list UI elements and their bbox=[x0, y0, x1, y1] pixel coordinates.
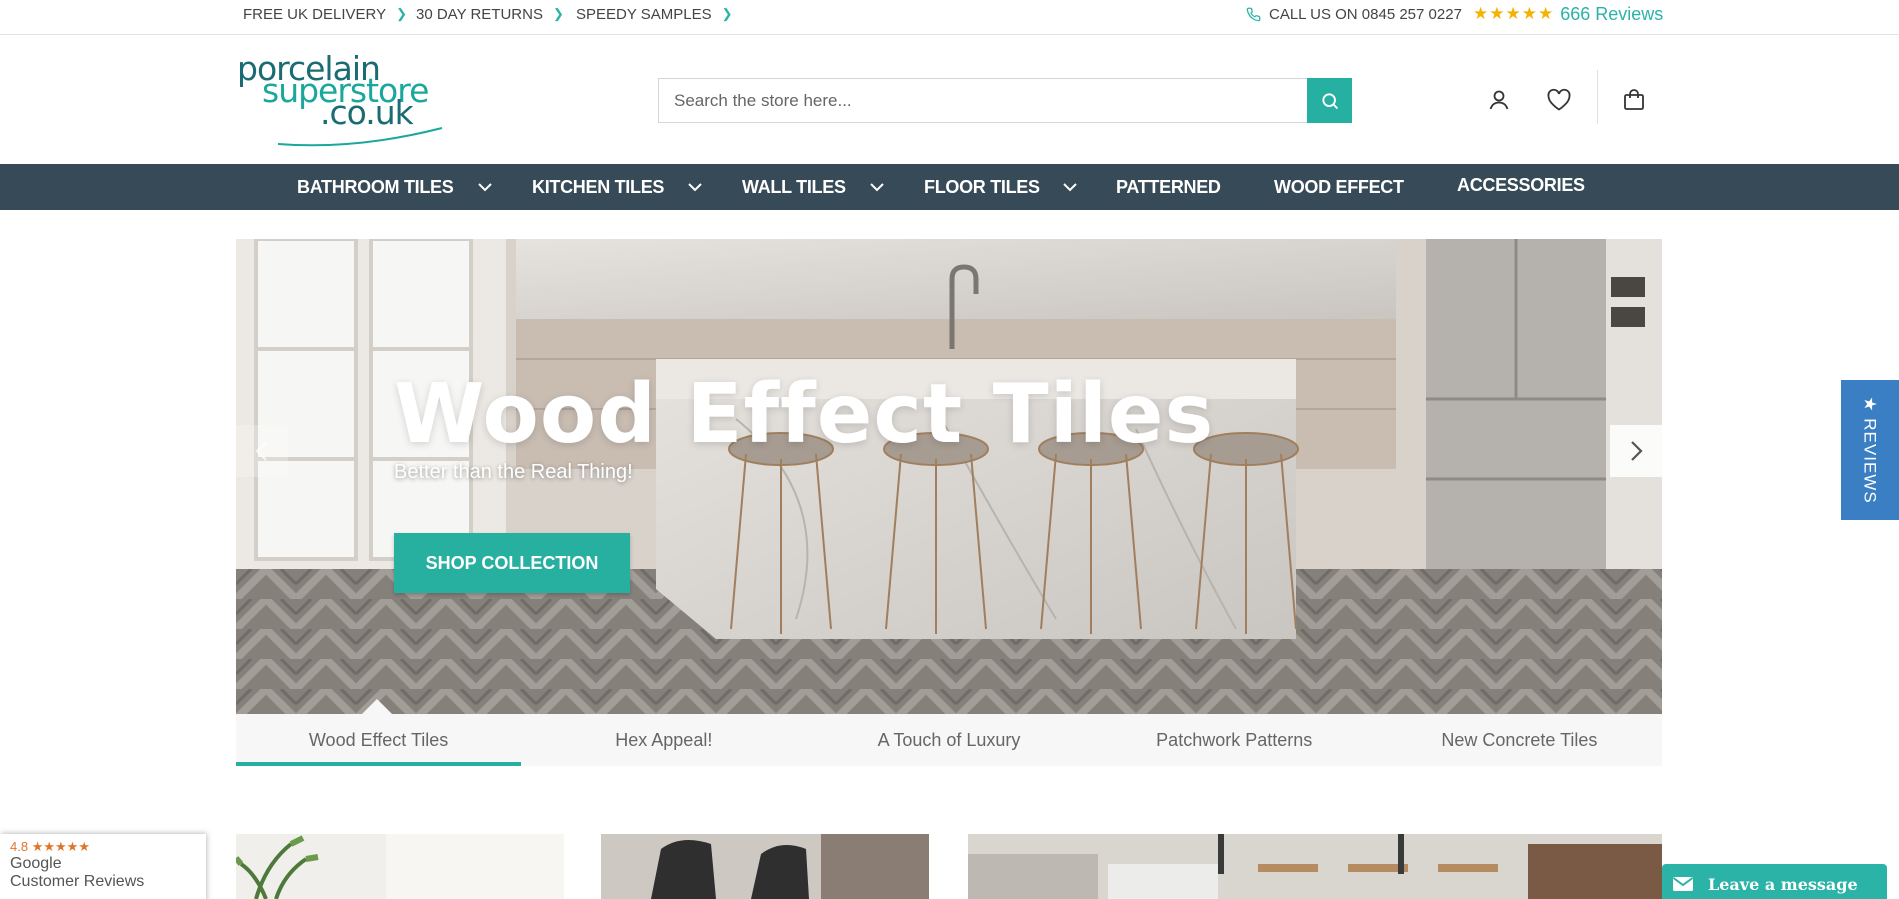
site-logo[interactable]: porcelain superstore .co.uk bbox=[236, 52, 446, 147]
leave-message-button[interactable]: Leave a message bbox=[1662, 864, 1887, 899]
account-button[interactable] bbox=[1483, 84, 1515, 116]
chevron-right-icon bbox=[1631, 441, 1643, 461]
heart-icon bbox=[1547, 88, 1571, 111]
logo-line-3: .co.uk bbox=[320, 93, 414, 132]
nav-item-bathroom-tiles[interactable]: BATHROOM TILES bbox=[297, 164, 454, 210]
usp-returns-link[interactable]: 30 DAY RETURNS ❯ bbox=[416, 0, 564, 28]
promo-tile-image bbox=[601, 834, 929, 899]
usp-samples-link[interactable]: SPEEDY SAMPLES ❯ bbox=[576, 0, 733, 28]
google-rating-stars: ★★★★★ bbox=[31, 839, 90, 854]
search-input[interactable] bbox=[659, 79, 1309, 122]
slider-tab[interactable]: Hex Appeal! bbox=[521, 714, 806, 766]
search-bar bbox=[658, 78, 1352, 123]
reviews-count: 666 Reviews bbox=[1560, 3, 1664, 24]
nav-item-accessories[interactable]: ACCESSORIES bbox=[1457, 162, 1585, 208]
slider-tab[interactable]: Patchwork Patterns bbox=[1092, 714, 1377, 766]
phone-icon bbox=[1246, 7, 1261, 21]
wishlist-button[interactable] bbox=[1543, 84, 1575, 116]
search-icon bbox=[1321, 92, 1338, 109]
slider-tabs: Wood Effect Tiles Hex Appeal! A Touch of… bbox=[236, 714, 1662, 766]
chevron-right-icon: ❯ bbox=[721, 6, 733, 21]
promo-tile-image bbox=[236, 834, 564, 899]
slider-tab[interactable]: A Touch of Luxury bbox=[806, 714, 1091, 766]
nav-item-kitchen-tiles[interactable]: KITCHEN TILES bbox=[532, 164, 664, 210]
promo-tile[interactable] bbox=[601, 834, 929, 899]
nav-item-wood-effect[interactable]: WOOD EFFECT bbox=[1274, 164, 1404, 210]
account-icon bbox=[1489, 90, 1509, 110]
promo-tile[interactable] bbox=[236, 834, 564, 899]
shop-collection-button[interactable]: SHOP COLLECTION bbox=[394, 533, 630, 593]
slider-prev-button[interactable] bbox=[236, 425, 288, 477]
envelope-icon bbox=[1672, 877, 1694, 891]
active-tab-indicator bbox=[361, 699, 393, 714]
google-reviews-badge[interactable]: 4.8 ★★★★★ Google Customer Reviews bbox=[0, 834, 206, 899]
nav-item-wall-tiles[interactable]: WALL TILES bbox=[742, 164, 846, 210]
chevron-down-icon[interactable] bbox=[1061, 178, 1079, 196]
chevron-right-icon: ❯ bbox=[396, 6, 408, 21]
nav-item-patterned[interactable]: PATTERNED bbox=[1116, 164, 1221, 210]
chevron-left-icon bbox=[255, 441, 267, 461]
chevron-down-icon[interactable] bbox=[868, 178, 886, 196]
usp-free-delivery-link[interactable]: FREE UK DELIVERY ❯ bbox=[243, 0, 407, 28]
logo-swoosh bbox=[277, 127, 443, 147]
search-button[interactable] bbox=[1307, 78, 1352, 123]
slider-tab[interactable]: Wood Effect Tiles bbox=[236, 714, 522, 766]
slider-tab[interactable]: New Concrete Tiles bbox=[1377, 714, 1662, 766]
main-nav: BATHROOM TILES KITCHEN TILES WALL TILES … bbox=[0, 164, 1899, 210]
chevron-down-icon[interactable] bbox=[476, 178, 494, 196]
leave-message-label: Leave a message bbox=[1708, 874, 1858, 894]
usp-label: SPEEDY SAMPLES bbox=[576, 5, 712, 23]
chevron-right-icon: ❯ bbox=[552, 6, 564, 21]
hero-title: Wood Effect Tiles bbox=[394, 367, 1215, 462]
chevron-down-icon[interactable] bbox=[686, 178, 704, 196]
slider-next-button[interactable] bbox=[1610, 425, 1662, 477]
rating-stars: ★★★★★ bbox=[1473, 4, 1555, 23]
cart-button[interactable] bbox=[1618, 84, 1650, 116]
google-customer-reviews-label: Customer Reviews bbox=[10, 873, 145, 890]
usp-label: 30 DAY RETURNS bbox=[416, 5, 543, 23]
google-label: Google bbox=[10, 855, 62, 872]
phone-text: CALL US ON 0845 257 0227 bbox=[1269, 5, 1462, 23]
reviews-link[interactable]: ★★★★★ 666 Reviews bbox=[1473, 0, 1663, 28]
header-divider bbox=[1597, 70, 1598, 124]
cart-icon bbox=[1624, 89, 1644, 110]
phone-link[interactable]: CALL US ON 0845 257 0227 bbox=[1246, 0, 1462, 28]
hero-slider: Wood Effect Tiles Better than the Real T… bbox=[236, 239, 1662, 714]
reviews-side-tab-label: ★ REVIEWS bbox=[1861, 396, 1880, 504]
nav-item-floor-tiles[interactable]: FLOOR TILES bbox=[924, 164, 1040, 210]
google-rating: 4.8 bbox=[10, 839, 29, 854]
hero-subtitle: Better than the Real Thing! bbox=[394, 461, 633, 483]
top-bar: FREE UK DELIVERY ❯ 30 DAY RETURNS ❯ SPEE… bbox=[0, 0, 1899, 35]
reviews-side-tab[interactable]: ★ REVIEWS bbox=[1841, 380, 1899, 520]
promo-tile[interactable] bbox=[968, 834, 1662, 899]
usp-label: FREE UK DELIVERY bbox=[243, 5, 387, 23]
promo-tile-image bbox=[968, 834, 1662, 899]
